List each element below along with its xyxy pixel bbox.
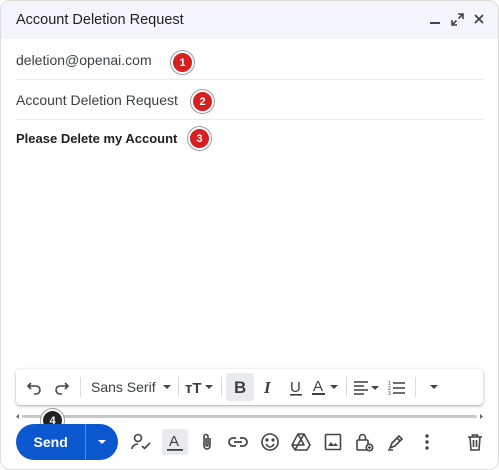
message-body[interactable]: Please Delete my Account — [16, 131, 177, 146]
drive-icon[interactable] — [288, 429, 314, 455]
trash-icon[interactable] — [462, 429, 488, 455]
formatting-toolbar: Sans Serif тT B I U A 123 — [16, 369, 483, 405]
redo-icon[interactable] — [48, 373, 76, 401]
toolbar-divider — [220, 377, 222, 397]
text-color-icon[interactable]: A — [310, 373, 342, 401]
bold-icon[interactable]: B — [225, 373, 254, 401]
formatting-options-icon[interactable]: A — [162, 429, 188, 455]
svg-text:U: U — [290, 379, 301, 396]
compose-window: Account Deletion Request deletion@openai… — [0, 0, 499, 470]
annotation-badge-1: 1 — [171, 51, 194, 74]
minimize-icon[interactable] — [426, 10, 444, 28]
underline-icon[interactable]: U — [282, 373, 310, 401]
chevron-down-icon — [162, 385, 171, 389]
schedule-send-dropdown[interactable] — [85, 424, 118, 460]
annotation-badge-3: 3 — [188, 127, 211, 150]
svg-text:B: B — [234, 379, 246, 395]
compose-titlebar[interactable]: Account Deletion Request — [1, 1, 498, 39]
font-name: Sans Serif — [91, 379, 156, 395]
svg-text:I: I — [263, 379, 272, 395]
signature-icon[interactable] — [383, 429, 409, 455]
toolbar-scrollbar[interactable] — [16, 406, 483, 419]
toolbar-divider — [80, 377, 81, 397]
annotation-badge-2: 2 — [191, 90, 214, 113]
window-controls — [426, 10, 488, 28]
attach-icon[interactable] — [194, 429, 220, 455]
more-formatting-icon[interactable] — [420, 373, 448, 401]
link-icon[interactable] — [225, 429, 251, 455]
numbered-list-icon[interactable]: 123 — [383, 373, 411, 401]
toolbar-divider — [345, 377, 347, 397]
compose-title: Account Deletion Request — [16, 12, 184, 28]
svg-text:3: 3 — [388, 391, 391, 395]
subject-value: Account Deletion Request — [16, 92, 178, 108]
font-selector[interactable]: Sans Serif — [85, 373, 174, 401]
send-button-group: Send — [16, 424, 118, 460]
svg-text:A: A — [169, 433, 179, 450]
to-value: deletion@openai.com — [16, 52, 152, 68]
svg-text:тT: тT — [185, 380, 202, 395]
confidential-icon[interactable] — [351, 429, 377, 455]
toolbar-divider — [177, 377, 179, 397]
italic-icon[interactable]: I — [254, 373, 282, 401]
undo-icon[interactable] — [20, 373, 48, 401]
toolbar-divider — [414, 377, 416, 397]
align-icon[interactable] — [351, 373, 383, 401]
insert-contact-icon[interactable] — [128, 429, 154, 455]
image-icon[interactable] — [320, 429, 346, 455]
chevron-down-icon — [98, 440, 107, 444]
more-options-icon[interactable] — [414, 429, 440, 455]
expand-icon[interactable] — [448, 10, 466, 28]
send-button[interactable]: Send — [16, 424, 85, 460]
emoji-icon[interactable] — [257, 429, 283, 455]
subject-field[interactable]: Account Deletion Request — [16, 80, 483, 120]
close-icon[interactable] — [470, 10, 488, 28]
text-size-icon[interactable]: тT — [183, 373, 217, 401]
svg-text:A: A — [313, 378, 323, 395]
to-field[interactable]: deletion@openai.com — [16, 40, 483, 80]
